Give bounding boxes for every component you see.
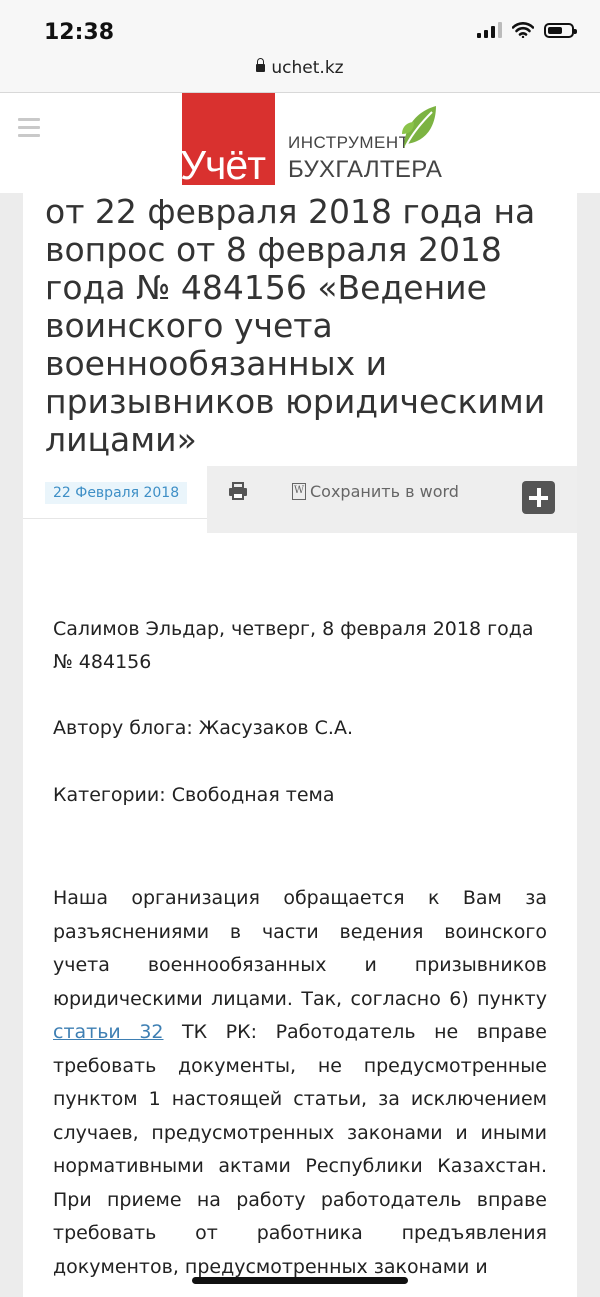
leaf-icon: [402, 106, 436, 148]
word-icon: W: [292, 483, 306, 500]
status-icons: [477, 22, 577, 38]
print-icon[interactable]: [228, 482, 248, 500]
article-title: от 22 февраля 2018 года на вопрос от 8 ф…: [45, 192, 546, 459]
paragraph-text-end: ТК РК: Работодатель не вправе требовать …: [53, 1021, 547, 1278]
save-word-label: Сохранить в word: [310, 482, 459, 501]
lock-icon: [256, 58, 266, 72]
wifi-icon: [512, 22, 534, 38]
logo-tagline-bottom: БУХГАЛТЕРА: [288, 156, 443, 183]
signal-icon: [477, 22, 502, 38]
question-line-1: Салимов Эльдар, четверг, 8 февраля 2018 …: [53, 618, 534, 640]
plus-icon[interactable]: [522, 481, 555, 514]
paragraph-text-start: Наша организация обращается к Вам за раз…: [53, 887, 547, 1010]
status-time: 12:38: [44, 20, 115, 45]
home-indicator[interactable]: [192, 1277, 408, 1284]
battery-icon: [544, 22, 577, 38]
date-badge: 22 Февраля 2018: [45, 482, 188, 504]
logo-tagline-top: ИНСТРУМЕНТ: [288, 133, 410, 152]
status-bar: 12:38: [0, 0, 600, 56]
author-line: Автору блога: Жасузаков С.А.: [53, 717, 354, 739]
url-display[interactable]: uchet.kz: [0, 58, 600, 78]
url-text: uchet.kz: [271, 58, 344, 78]
question-line-2: № 484156: [53, 651, 152, 673]
article-paragraph: Наша организация обращается к Вам за раз…: [53, 882, 547, 1284]
address-bar[interactable]: uchet.kz: [0, 56, 600, 93]
menu-icon[interactable]: [18, 118, 40, 142]
category-line: Категории: Свободная тема: [53, 784, 335, 806]
logo-word: Учёт: [180, 142, 266, 188]
article-link[interactable]: статьи 32: [53, 1021, 164, 1043]
save-word-button[interactable]: W Сохранить в word: [292, 482, 459, 501]
